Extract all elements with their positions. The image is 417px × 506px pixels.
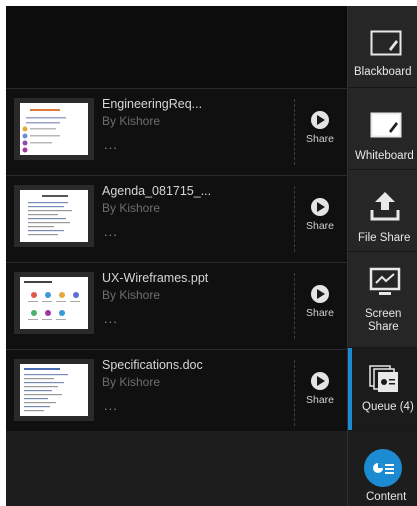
- sidebar-item-label-line2: Share: [368, 321, 399, 333]
- row-divider: [294, 360, 295, 426]
- tool-sidebar: Blackboard Whiteboard File Share Screen: [347, 6, 417, 506]
- file-name: UX-Wireframes.ppt: [102, 271, 209, 285]
- panel-header-area: [6, 6, 347, 88]
- panel-footer-area: [6, 431, 347, 506]
- file-thumbnail: [14, 98, 94, 160]
- file-name: Agenda_081715_...: [102, 184, 212, 198]
- share-label: Share: [305, 133, 335, 145]
- more-options-button[interactable]: ...: [104, 398, 118, 413]
- file-queue-panel: EngineeringReq... By Kishore ... Share A…: [6, 6, 347, 506]
- file-author: By Kishore: [102, 288, 161, 302]
- play-icon: [311, 111, 329, 129]
- sidebar-item-content[interactable]: Content: [348, 431, 417, 506]
- upload-icon: [370, 192, 400, 221]
- share-label: Share: [305, 307, 335, 319]
- file-name: Specifications.doc: [102, 358, 203, 372]
- row-divider: [294, 273, 295, 339]
- row-divider: [294, 99, 295, 165]
- play-icon: [311, 198, 329, 216]
- more-options-button[interactable]: ...: [104, 137, 118, 152]
- more-options-button[interactable]: ...: [104, 224, 118, 239]
- content-icon: [364, 449, 402, 487]
- blackboard-icon: [370, 30, 402, 56]
- play-icon: [311, 285, 329, 303]
- queue-icon: [369, 365, 398, 392]
- sidebar-item-label: Content: [366, 491, 407, 503]
- list-item[interactable]: UX-Wireframes.ppt By Kishore ... Share: [6, 262, 347, 349]
- share-label: Share: [305, 394, 335, 406]
- list-item[interactable]: Specifications.doc By Kishore ... Share: [6, 349, 347, 436]
- sidebar-item-screen-share[interactable]: Screen Share: [348, 252, 417, 348]
- file-thumbnail: [14, 272, 94, 334]
- whiteboard-icon: [370, 112, 402, 138]
- sidebar-item-label: File Share: [358, 232, 411, 244]
- sidebar-item-label: Blackboard: [354, 66, 412, 78]
- list-item[interactable]: Agenda_081715_... By Kishore ... Share: [6, 175, 347, 262]
- file-thumbnail: [14, 359, 94, 421]
- row-divider: [294, 186, 295, 252]
- app-window: EngineeringReq... By Kishore ... Share A…: [6, 6, 417, 506]
- share-button[interactable]: Share: [302, 285, 338, 319]
- play-icon: [311, 372, 329, 390]
- screen-share-icon: [369, 267, 401, 295]
- file-author: By Kishore: [102, 114, 161, 128]
- list-item[interactable]: EngineeringReq... By Kishore ... Share: [6, 88, 347, 175]
- file-author: By Kishore: [102, 375, 161, 389]
- sidebar-item-whiteboard[interactable]: Whiteboard: [348, 88, 417, 170]
- more-options-button[interactable]: ...: [104, 311, 118, 326]
- file-list: EngineeringReq... By Kishore ... Share A…: [6, 88, 347, 436]
- sidebar-item-label: Queue (4): [362, 401, 414, 413]
- share-button[interactable]: Share: [302, 111, 338, 145]
- sidebar-item-blackboard[interactable]: Blackboard: [348, 6, 417, 88]
- sidebar-item-file-share[interactable]: File Share: [348, 170, 417, 252]
- sidebar-item-label: Whiteboard: [355, 150, 414, 162]
- file-name: EngineeringReq...: [102, 97, 203, 111]
- share-label: Share: [305, 220, 335, 232]
- sidebar-item-queue[interactable]: Queue (4): [348, 348, 417, 431]
- share-button[interactable]: Share: [302, 372, 338, 406]
- share-button[interactable]: Share: [302, 198, 338, 232]
- file-thumbnail: [14, 185, 94, 247]
- sidebar-item-label-line1: Screen: [365, 308, 402, 320]
- file-author: By Kishore: [102, 201, 161, 215]
